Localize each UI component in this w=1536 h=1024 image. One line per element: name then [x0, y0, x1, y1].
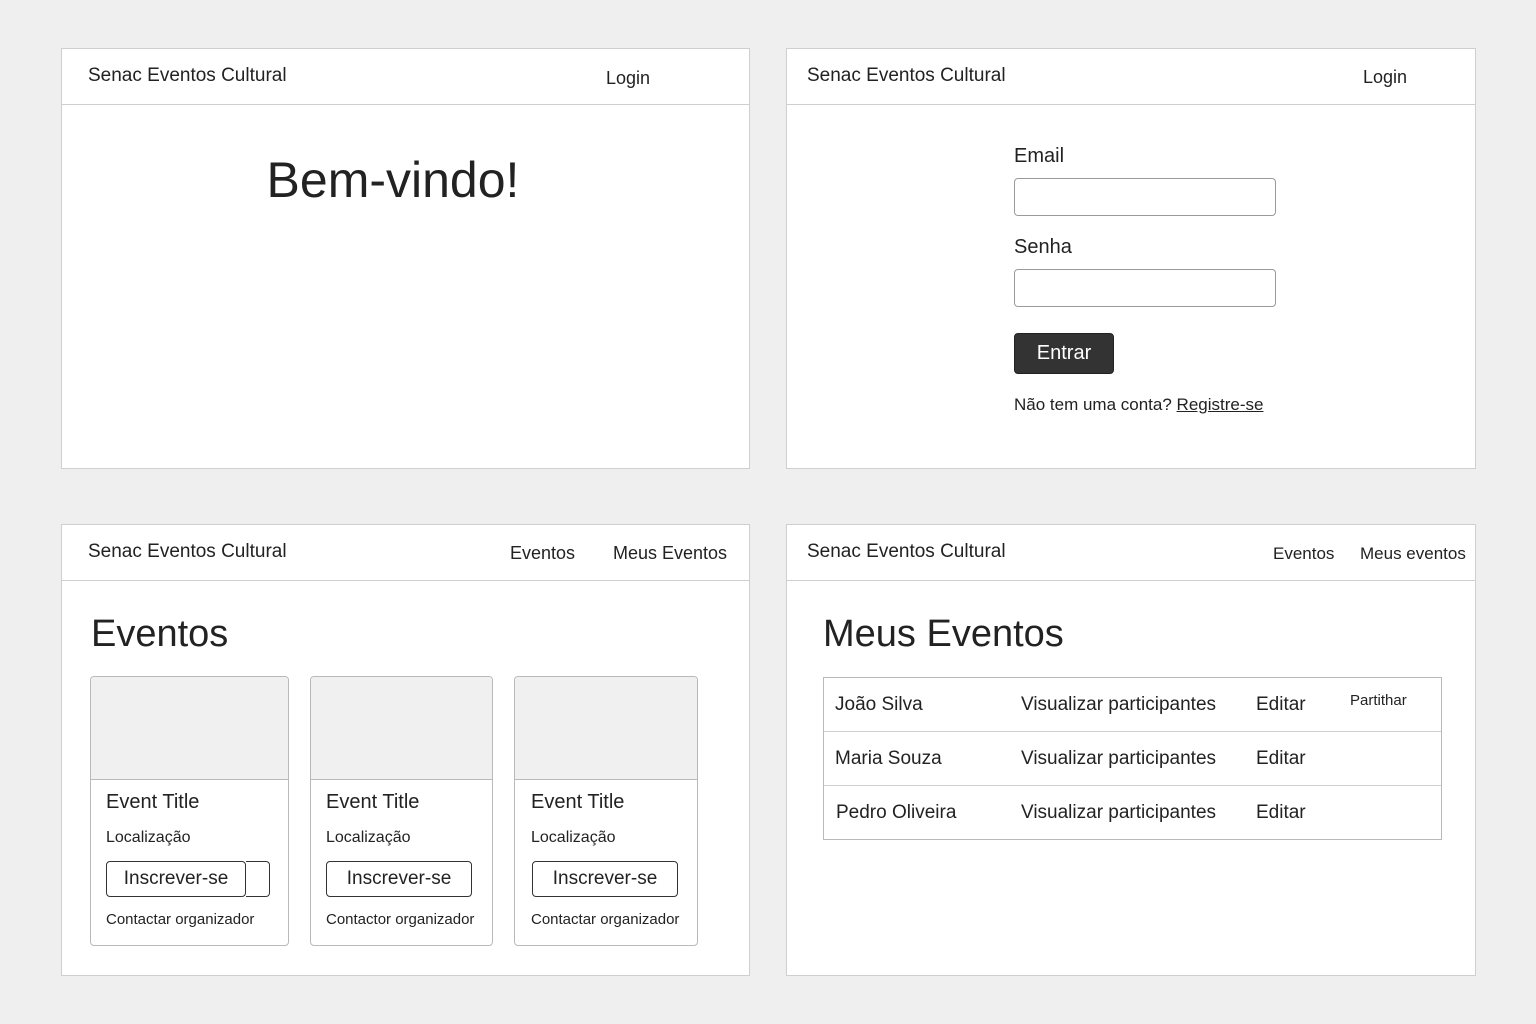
password-label: Senha: [1014, 236, 1072, 258]
event-location: Localização: [106, 829, 191, 846]
login-submit-button[interactable]: Entrar: [1014, 333, 1114, 374]
events-screen: Senac Eventos Cultural Eventos Meus Even…: [61, 524, 750, 976]
share-link[interactable]: Partithar: [1350, 692, 1407, 709]
events-header: Senac Eventos Cultural Eventos Meus Even…: [62, 525, 749, 581]
view-participants-link[interactable]: Visualizar participantes: [1021, 694, 1216, 716]
email-label: Email: [1014, 145, 1065, 167]
event-image-placeholder: [515, 677, 697, 780]
brand-title[interactable]: Senac Eventos Cultural: [807, 541, 1006, 563]
signup-prompt-text: Não tem uma conta?: [1014, 395, 1172, 414]
event-title: Event Title: [326, 791, 420, 813]
subscribe-button[interactable]: Inscrever-se: [106, 861, 246, 897]
table-row: Pedro Oliveira Visualizar participantes …: [824, 786, 1441, 839]
table-row: João Silva Visualizar participantes Edit…: [824, 678, 1441, 732]
subscribe-button[interactable]: Inscrever-se: [326, 861, 472, 897]
password-field[interactable]: [1014, 269, 1276, 307]
page-title: Eventos: [91, 613, 229, 655]
event-location: Localização: [531, 829, 616, 846]
login-screen: Senac Eventos Cultural Login Email Senha…: [786, 48, 1476, 469]
nav-eventos-link[interactable]: Eventos: [510, 543, 575, 564]
view-participants-link[interactable]: Visualizar participantes: [1021, 748, 1216, 770]
brand-title[interactable]: Senac Eventos Cultural: [88, 65, 287, 87]
event-card: Event Title Localização Inscrever-se Con…: [514, 676, 698, 946]
my-events-header: Senac Eventos Cultural Eventos Meus even…: [787, 525, 1475, 581]
event-card: Event Title Localização Inscrever-se Con…: [90, 676, 289, 946]
my-events-screen: Senac Eventos Cultural Eventos Meus even…: [786, 524, 1476, 976]
participant-name: João Silva: [835, 694, 923, 715]
contact-organizer-link[interactable]: Contactar organizador: [106, 911, 254, 928]
event-image-placeholder: [91, 677, 288, 780]
subscribe-button[interactable]: Inscrever-se: [532, 861, 678, 897]
nav-login-link[interactable]: Login: [1363, 67, 1407, 88]
event-location: Localização: [326, 829, 411, 846]
signup-prompt: Não tem uma conta? Registre-se: [1014, 395, 1263, 415]
edit-link[interactable]: Editar: [1256, 694, 1306, 716]
subscribe-button-extra[interactable]: [246, 861, 270, 897]
participant-name: Pedro Oliveira: [836, 802, 957, 823]
nav-meus-eventos-link[interactable]: Meus Eventos: [613, 543, 727, 564]
email-field[interactable]: [1014, 178, 1276, 216]
event-card: Event Title Localização Inscrever-se Con…: [310, 676, 493, 946]
brand-title[interactable]: Senac Eventos Cultural: [88, 541, 287, 563]
event-title: Event Title: [531, 791, 625, 813]
signup-link[interactable]: Registre-se: [1177, 395, 1264, 414]
home-screen: Senac Eventos Cultural Login Bem-vindo!: [61, 48, 750, 469]
edit-link[interactable]: Editar: [1256, 802, 1306, 824]
nav-meus-eventos-link[interactable]: Meus eventos: [1360, 544, 1466, 564]
contact-organizer-link[interactable]: Contactar organizador: [531, 911, 679, 928]
login-header: Senac Eventos Cultural Login: [787, 49, 1475, 105]
nav-login-link[interactable]: Login: [606, 68, 650, 89]
contact-organizer-link[interactable]: Contactor organizador: [326, 911, 474, 928]
welcome-heading: Bem-vindo!: [266, 152, 520, 208]
table-row: Maria Souza Visualizar participantes Edi…: [824, 732, 1441, 786]
nav-eventos-link[interactable]: Eventos: [1273, 544, 1334, 564]
event-title: Event Title: [106, 791, 200, 813]
edit-link[interactable]: Editar: [1256, 748, 1306, 770]
page-title: Meus Eventos: [823, 613, 1064, 655]
view-participants-link[interactable]: Visualizar participantes: [1021, 802, 1216, 824]
event-image-placeholder: [311, 677, 492, 780]
home-header: Senac Eventos Cultural Login: [62, 49, 749, 105]
participant-name: Maria Souza: [835, 748, 942, 769]
brand-title[interactable]: Senac Eventos Cultural: [807, 65, 1006, 87]
my-events-table: João Silva Visualizar participantes Edit…: [823, 677, 1442, 840]
